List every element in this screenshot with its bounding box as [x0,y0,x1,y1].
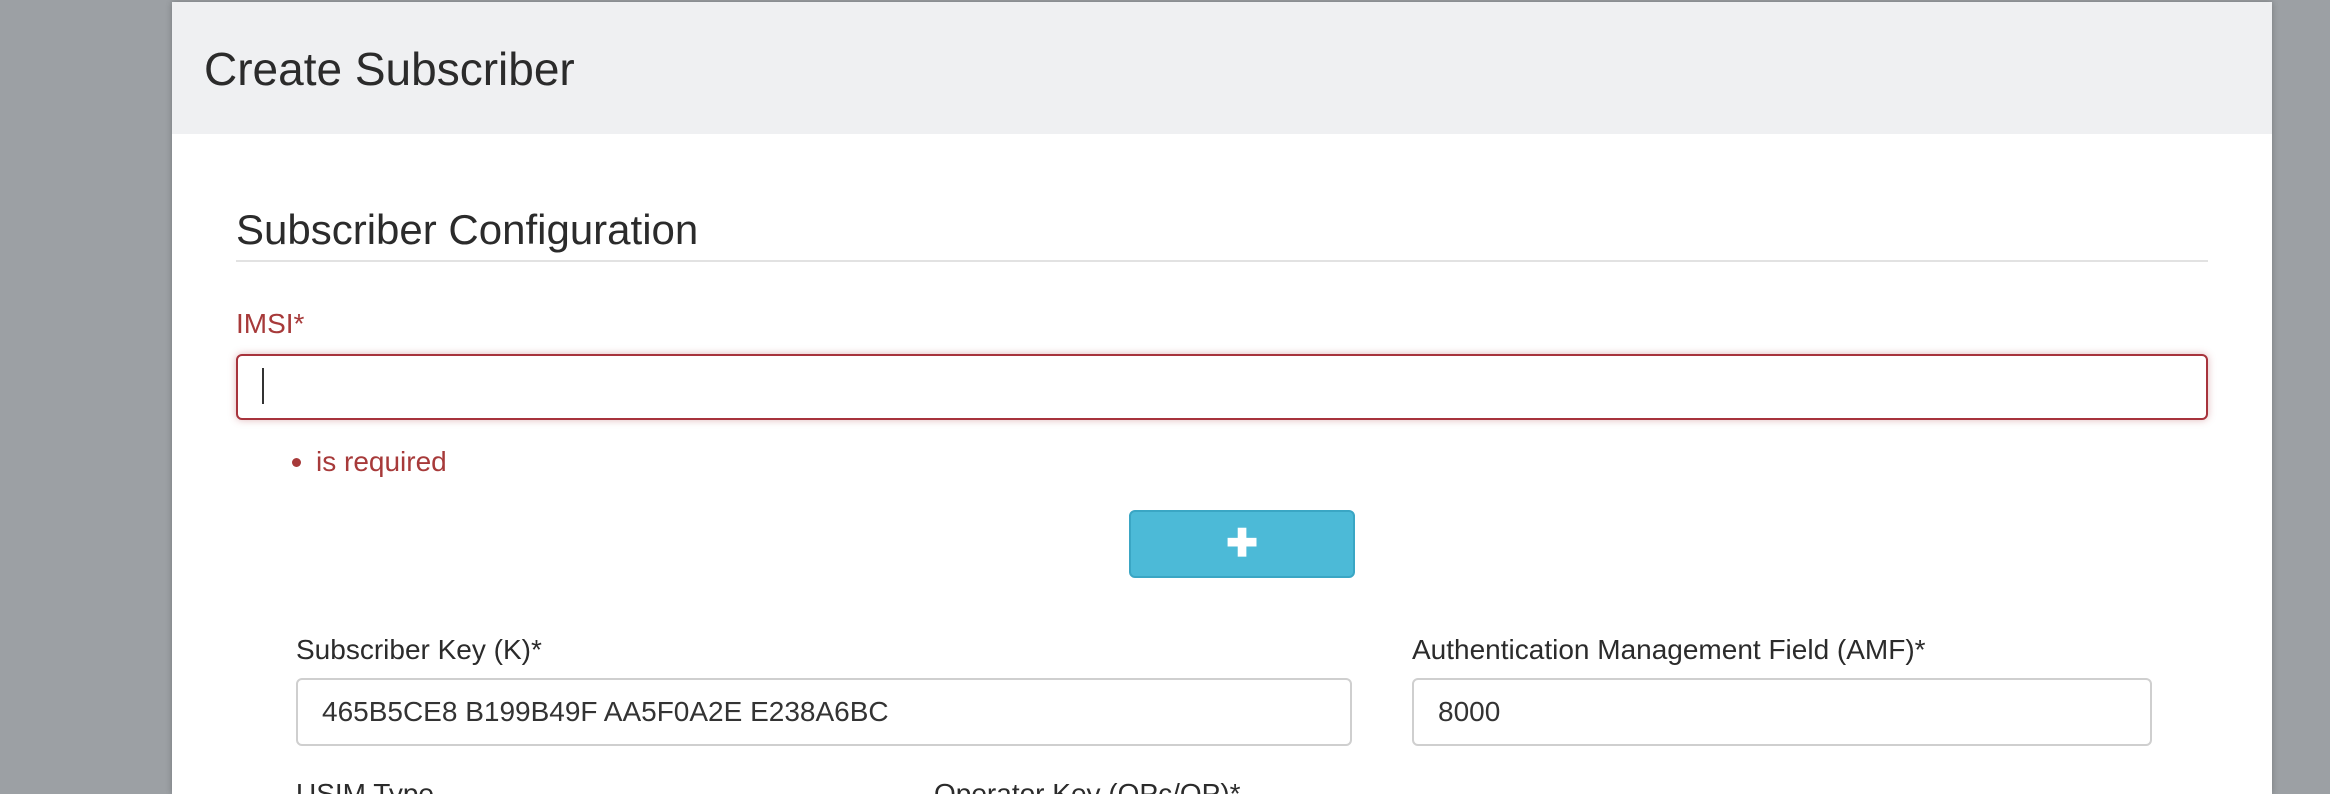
usim-type-label: USIM Type [296,778,434,794]
modal-title: Create Subscriber [204,43,575,95]
plus-icon: ✚ [1226,523,1258,565]
amf-label: Authentication Management Field (AMF)* [1412,634,1926,665]
amf-input[interactable] [1412,678,2152,746]
subscriber-key-input[interactable] [296,678,1352,746]
imsi-input[interactable] [236,354,2208,420]
text-cursor [262,368,264,404]
section-divider [236,260,2208,262]
create-subscriber-modal: Create Subscriber Subscriber Configurati… [172,2,2272,794]
imsi-error-text: is required [316,446,447,477]
imsi-error-item: is required [292,442,447,482]
modal-header: Create Subscriber [172,2,2272,134]
add-imsi-button[interactable]: ✚ [1129,510,1355,578]
error-bullet [292,458,301,467]
subscriber-key-label: Subscriber Key (K)* [296,634,542,665]
imsi-label: IMSI* [236,308,305,339]
imsi-error-list: is required [292,442,447,482]
section-title: Subscriber Configuration [236,206,699,253]
operator-key-label: Operator Key (OPc/OP)* [934,778,1241,794]
